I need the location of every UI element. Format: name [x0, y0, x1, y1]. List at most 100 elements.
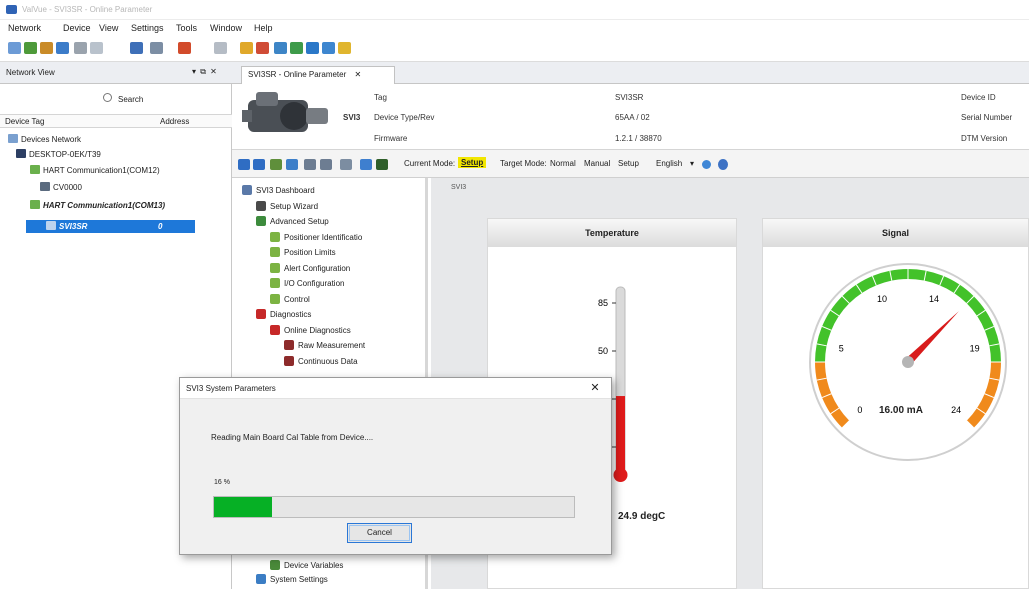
- search-label[interactable]: Search: [118, 95, 143, 104]
- dialog-title-bar: SVI3 System Parameters ✕: [180, 378, 611, 399]
- wrench-icon: [270, 231, 280, 242]
- nav-label: Setup Wizard: [270, 201, 319, 211]
- nav-label: Online Diagnostics: [284, 325, 351, 335]
- main-toolbar: [0, 37, 480, 61]
- download-icon[interactable]: [320, 159, 332, 170]
- nav-item-control[interactable]: Control: [270, 293, 310, 306]
- print-icon[interactable]: [150, 42, 163, 54]
- monitor-icon[interactable]: [322, 42, 335, 54]
- menu-bar: Network Device View Settings Tools Windo…: [0, 20, 1029, 37]
- tree-label: HART Communication1(COM13): [43, 201, 166, 210]
- search-bar[interactable]: Search: [0, 88, 232, 106]
- network-icon[interactable]: [8, 42, 21, 54]
- nav-item-i-o-configuration[interactable]: I/O Configuration: [270, 278, 344, 290]
- tree-item-desktop[interactable]: DESKTOP-0EK/T39: [16, 148, 101, 161]
- disconnect-icon[interactable]: [286, 159, 298, 170]
- disconnect-icon[interactable]: [56, 42, 69, 54]
- progress-bar: [213, 496, 575, 518]
- thermometer-bulb: [613, 468, 628, 482]
- column-address[interactable]: Address: [160, 117, 189, 126]
- menu-network[interactable]: Network: [8, 23, 41, 33]
- tree-item-devices-network[interactable]: Devices Network: [8, 133, 81, 146]
- device-type-label: Device Type/Rev: [374, 113, 435, 122]
- wrench-icon: [270, 278, 280, 288]
- wrench-icon: [270, 247, 280, 257]
- column-device-tag[interactable]: Device Tag: [5, 117, 44, 126]
- dtm-toolbar: Current Mode: Setup Target Mode: Normal …: [232, 150, 1029, 178]
- stop-icon[interactable]: [178, 42, 191, 54]
- menu-tools[interactable]: Tools: [176, 23, 197, 33]
- nav-item-advanced-setup[interactable]: Advanced Setup: [256, 216, 329, 228]
- refresh-icon[interactable]: [214, 42, 227, 54]
- network-view-header: Network View ▾ ⧉ ✕: [0, 66, 232, 81]
- connect-icon[interactable]: [40, 42, 53, 54]
- firmware-label: Firmware: [374, 134, 408, 143]
- tree-label: SVI3SR: [59, 222, 88, 231]
- nav-label: Position Limits: [284, 248, 336, 257]
- nav-item-raw-measurement[interactable]: Raw Measurement: [284, 340, 365, 352]
- tree-item-cv0000[interactable]: CV0000: [40, 181, 82, 194]
- dashboard-icon: [242, 185, 252, 195]
- close-icon[interactable]: ✕: [586, 381, 604, 396]
- mode-normal-button[interactable]: Normal: [550, 159, 576, 168]
- download-icon[interactable]: [90, 42, 103, 54]
- upload-icon[interactable]: [304, 159, 316, 170]
- temp-tick: 50: [598, 346, 608, 356]
- nav-item-setup-wizard[interactable]: Setup Wizard: [256, 200, 319, 213]
- mode-setup-button[interactable]: Setup: [618, 159, 639, 168]
- tree-item-svi3sr[interactable]: SVI3SR 0: [26, 220, 195, 233]
- chevron-down-icon[interactable]: ▾: [690, 159, 694, 168]
- progress-fill: [214, 497, 272, 517]
- nav-label: Diagnostics: [270, 310, 312, 319]
- print-icon[interactable]: [360, 159, 372, 170]
- cancel-button[interactable]: Cancel: [347, 523, 412, 543]
- window-icon[interactable]: [253, 159, 265, 170]
- nav-item-position-limits[interactable]: Position Limits: [270, 247, 336, 259]
- mode-manual-button[interactable]: Manual: [584, 159, 610, 168]
- gauge-tick-label: 19: [970, 344, 980, 354]
- data-icon: [284, 340, 294, 350]
- menu-window[interactable]: Window: [210, 23, 242, 33]
- folder-icon[interactable]: [240, 42, 253, 54]
- menu-view[interactable]: View: [99, 23, 118, 33]
- nav-item-svi3-dashboard[interactable]: SVI3 Dashboard: [242, 185, 315, 197]
- nav-item-device-variables[interactable]: Device Variables: [270, 560, 343, 572]
- globe-icon[interactable]: [702, 160, 711, 169]
- add-device-icon[interactable]: [24, 42, 37, 54]
- tab-online-parameter[interactable]: SVI3SR - Online Parameter ✕: [241, 66, 395, 84]
- view-icon[interactable]: [238, 159, 250, 170]
- signal-card: Signal 0 5 10 14 19 24 16.00 mA: [762, 218, 1029, 589]
- nav-item-online-diagnostics[interactable]: Online Diagnostics: [270, 324, 351, 337]
- nav-item-continuous-data[interactable]: Continuous Data: [284, 355, 358, 368]
- help-icon[interactable]: [338, 42, 351, 54]
- device-icon[interactable]: [290, 42, 303, 54]
- nav-item-alert-configuration[interactable]: Alert Configuration: [270, 262, 350, 275]
- nav-item-system-settings[interactable]: System Settings: [256, 574, 328, 586]
- info-icon[interactable]: [718, 159, 728, 170]
- connect-icon[interactable]: [270, 159, 282, 170]
- tree-item-hart-com12[interactable]: HART Communication1(COM12): [30, 164, 160, 177]
- nav-item-positioner-identificatio[interactable]: Positioner Identificatio: [270, 231, 362, 244]
- nav-label: I/O Configuration: [284, 279, 345, 288]
- menu-device[interactable]: Device: [63, 23, 91, 33]
- language-select[interactable]: English: [656, 159, 682, 168]
- menu-help[interactable]: Help: [254, 23, 273, 33]
- wrench-icon: [270, 262, 280, 273]
- arrow-icon[interactable]: [274, 42, 287, 54]
- save-icon[interactable]: [376, 159, 388, 170]
- search-icon: [103, 93, 112, 102]
- compare-icon[interactable]: [340, 159, 352, 170]
- tab-close-icon[interactable]: ✕: [355, 70, 362, 79]
- tree-item-hart-com13[interactable]: HART Communication1(COM13): [30, 199, 165, 212]
- record-icon[interactable]: [256, 42, 269, 54]
- signal-title: Signal: [763, 219, 1028, 247]
- current-mode-badge: Setup: [458, 157, 487, 168]
- menu-settings[interactable]: Settings: [131, 23, 164, 33]
- pane-controls[interactable]: ▾ ⧉ ✕: [192, 67, 218, 77]
- gauge-tick-label: 10: [877, 294, 887, 304]
- wizard-icon: [256, 200, 266, 211]
- upload-icon[interactable]: [74, 42, 87, 54]
- save-icon[interactable]: [130, 42, 143, 54]
- nav-item-diagnostics[interactable]: Diagnostics: [256, 309, 311, 321]
- compare-icon[interactable]: [306, 42, 319, 54]
